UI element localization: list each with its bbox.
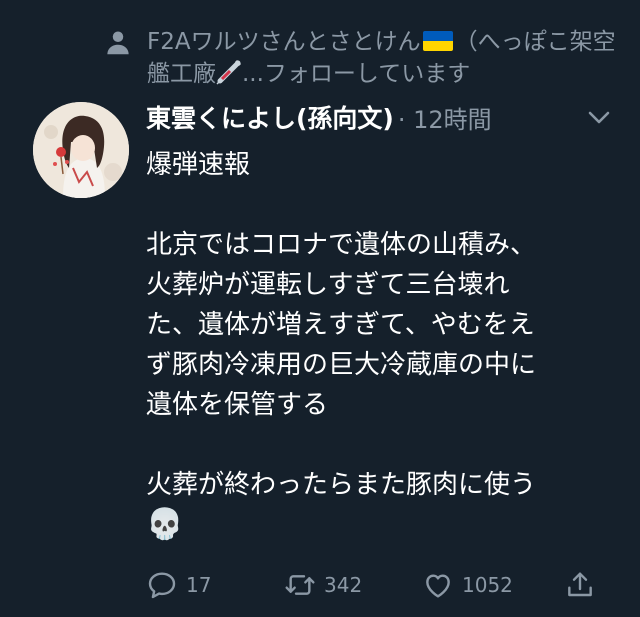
social-context[interactable]: F2Aワルツさんとさとけん （へっぽこ架空艦工廠 ...フォローしています (103, 26, 623, 90)
skull-emoji: 💀 (146, 507, 184, 542)
retweet-button[interactable]: 342 (284, 565, 362, 605)
person-icon (107, 31, 129, 55)
tweet-text: 爆弾速報 北京ではコロナで遺体の山積み、 火葬炉が運転しすぎて三台壊れ た、遺体… (146, 145, 616, 545)
like-count: 1052 (462, 573, 513, 597)
line-break (146, 185, 616, 225)
syringe-icon (216, 59, 242, 85)
tweet-actions: 17 342 1052 (146, 565, 596, 605)
tweet-line: 遺体を保管する (146, 390, 329, 420)
tweet-line: た、遺体が増えすぎて、やむをえ (146, 310, 535, 340)
tweet-line: 火葬炉が運転しすぎて三台壊れ (146, 270, 510, 300)
tweet-line: 爆弾速報 (146, 150, 251, 180)
tweet-line: ず豚肉冷凍用の巨大冷蔵庫の中に (146, 350, 537, 380)
share-icon (568, 572, 592, 597)
display-name[interactable]: 東雲くによし(孫向文) (146, 99, 394, 135)
tweet-header: 東雲くによし(孫向文) · 12時間 (146, 97, 616, 137)
retweet-count: 342 (324, 573, 363, 597)
social-context-follow-text: ...フォローしています (242, 61, 471, 87)
chevron-down-icon[interactable] (584, 105, 614, 129)
avatar[interactable] (33, 102, 129, 198)
tweet-line: 火葬が終わったらまた豚肉に使う (146, 470, 537, 500)
timestamp[interactable]: · 12時間 (398, 100, 492, 135)
line-break (146, 425, 616, 465)
retweet-icon (285, 575, 315, 595)
social-context-names: F2Aワルツさんとさとけん (147, 29, 421, 55)
like-icon (426, 574, 450, 598)
like-button[interactable]: 1052 (422, 565, 513, 605)
avatar-illustration (33, 102, 129, 198)
social-context-text: F2Aワルツさんとさとけん （へっぽこ架空艦工廠 ...フォローしています (147, 26, 623, 90)
reply-button[interactable]: 17 (146, 565, 211, 605)
ukraine-flag-icon (422, 31, 453, 51)
share-button[interactable] (564, 565, 604, 605)
reply-count: 17 (186, 573, 212, 597)
tweet-line: 北京ではコロナで遺体の山積み、 (146, 230, 537, 260)
reply-icon (148, 572, 176, 599)
